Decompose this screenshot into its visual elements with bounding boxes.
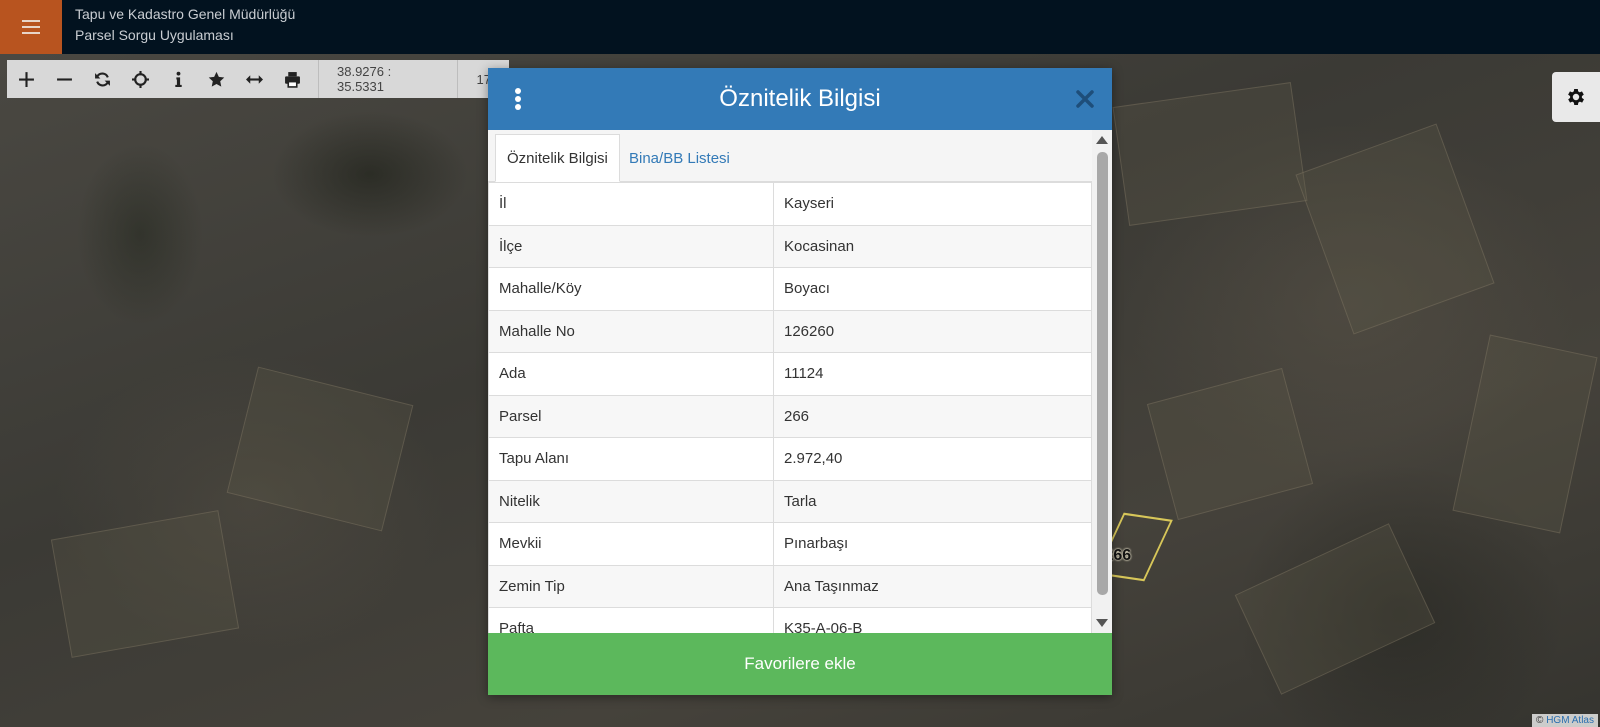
map-attribution: © HGM Atlas xyxy=(1532,714,1598,727)
tab-attribute-info[interactable]: Öznitelik Bilgisi xyxy=(495,134,620,182)
modal-close-button[interactable] xyxy=(1074,88,1096,110)
table-row: Zemin Tip Ana Taşınmaz xyxy=(488,564,1092,608)
zoom-in-icon xyxy=(18,71,34,87)
attribute-key: Tapu Alanı xyxy=(488,437,774,481)
attribute-key: Pafta xyxy=(488,607,774,633)
print-icon xyxy=(285,71,301,88)
app-header: Tapu ve Kadastro Genel Müdürlüğü Parsel … xyxy=(0,0,1600,54)
attribute-value: 126260 xyxy=(773,309,1092,353)
locate-button[interactable] xyxy=(121,60,159,98)
map-field xyxy=(1234,523,1436,695)
info-button[interactable] xyxy=(160,60,198,98)
measure-icon xyxy=(246,74,264,84)
kebab-dot-icon xyxy=(515,104,521,110)
attribute-value: K35-A-06-B xyxy=(773,607,1092,633)
refresh-icon xyxy=(94,72,110,86)
close-icon xyxy=(1076,90,1094,108)
table-row: Mahalle No 126260 xyxy=(488,309,1092,353)
attribute-key: Mahalle No xyxy=(488,309,774,353)
attribution-prefix: © xyxy=(1536,715,1544,726)
attribute-value: Kocasinan xyxy=(773,224,1092,268)
kebab-dot-icon xyxy=(515,96,521,102)
add-to-favorites-button[interactable]: Favorilere ekle xyxy=(488,633,1112,695)
info-icon xyxy=(175,71,182,87)
favorites-button[interactable] xyxy=(198,60,236,98)
attribute-table: İl Kayseri İlçe Kocasinan Mahalle/Köy Bo… xyxy=(488,182,1092,633)
attribution-link[interactable]: HGM Atlas xyxy=(1546,715,1594,726)
app-title-line2: Parsel Sorgu Uygulaması xyxy=(75,27,234,43)
table-row: İlçe Kocasinan xyxy=(488,224,1092,268)
attribute-value: 2.972,40 xyxy=(773,437,1092,481)
gear-icon xyxy=(1568,89,1584,105)
table-row: Nitelik Tarla xyxy=(488,479,1092,523)
attribute-key: Ada xyxy=(488,352,774,396)
scroll-down-arrow-icon[interactable] xyxy=(1096,619,1108,627)
locate-icon xyxy=(131,70,149,88)
modal-body: Öznitelik Bilgisi Bina/BB Listesi İl Kay… xyxy=(488,130,1112,633)
attribute-key: Mevkii xyxy=(488,522,774,566)
attribute-value: Boyacı xyxy=(773,267,1092,311)
scroll-up-arrow-icon[interactable] xyxy=(1096,136,1108,144)
modal-scrollbar[interactable] xyxy=(1092,130,1112,633)
map-field xyxy=(50,510,240,658)
star-icon xyxy=(208,71,225,87)
attribute-key: Mahalle/Köy xyxy=(488,267,774,311)
print-button[interactable] xyxy=(274,60,312,98)
table-row: Tapu Alanı 2.972,40 xyxy=(488,437,1092,481)
attribute-key: İlçe xyxy=(488,224,774,268)
coordinate-readout: 38.9276 : 35.5331 xyxy=(318,60,457,98)
table-row: Parsel 266 xyxy=(488,394,1092,438)
attribute-value: Pınarbaşı xyxy=(773,522,1092,566)
attribute-value: Ana Taşınmaz xyxy=(773,564,1092,608)
zoom-in-button[interactable] xyxy=(7,60,45,98)
map-field xyxy=(1146,367,1314,521)
map-field xyxy=(226,366,414,532)
attribute-key: Nitelik xyxy=(488,479,774,523)
kebab-dot-icon xyxy=(515,88,521,94)
map-field xyxy=(1452,334,1598,534)
attribute-key: Zemin Tip xyxy=(488,564,774,608)
attribute-key: İl xyxy=(488,182,774,226)
settings-button[interactable] xyxy=(1552,72,1600,122)
hamburger-icon xyxy=(22,20,40,34)
app-title: Tapu ve Kadastro Genel Müdürlüğü Parsel … xyxy=(75,4,295,46)
app-title-line1: Tapu ve Kadastro Genel Müdürlüğü xyxy=(75,6,296,22)
map-toolbar: 38.9276 : 35.5331 17 xyxy=(7,60,509,98)
tab-building-list[interactable]: Bina/BB Listesi xyxy=(618,134,741,182)
scrollbar-thumb[interactable] xyxy=(1097,152,1108,595)
attribute-value: 11124 xyxy=(773,352,1092,396)
attribute-value: 266 xyxy=(773,394,1092,438)
tab-bar: Öznitelik Bilgisi Bina/BB Listesi xyxy=(488,130,1092,182)
attribute-info-modal: Öznitelik Bilgisi Öznitelik Bilgisi Bina… xyxy=(488,68,1112,695)
table-row: Mahalle/Köy Boyacı xyxy=(488,267,1092,311)
map-field xyxy=(1112,82,1308,226)
table-row: İl Kayseri xyxy=(488,182,1092,226)
table-row: Mevkii Pınarbaşı xyxy=(488,522,1092,566)
map-field xyxy=(1295,123,1495,335)
table-row: Ada 11124 xyxy=(488,352,1092,396)
modal-title: Öznitelik Bilgisi xyxy=(719,85,881,112)
refresh-button[interactable] xyxy=(83,60,121,98)
zoom-out-button[interactable] xyxy=(45,60,83,98)
attribute-value: Kayseri xyxy=(773,182,1092,226)
attribute-value: Tarla xyxy=(773,479,1092,523)
measure-button[interactable] xyxy=(236,60,274,98)
menu-button[interactable] xyxy=(0,0,62,54)
zoom-out-icon xyxy=(56,77,72,81)
modal-options-button[interactable] xyxy=(508,84,528,114)
modal-header: Öznitelik Bilgisi xyxy=(488,68,1112,130)
attribute-key: Parsel xyxy=(488,394,774,438)
table-row: Pafta K35-A-06-B xyxy=(488,607,1092,633)
